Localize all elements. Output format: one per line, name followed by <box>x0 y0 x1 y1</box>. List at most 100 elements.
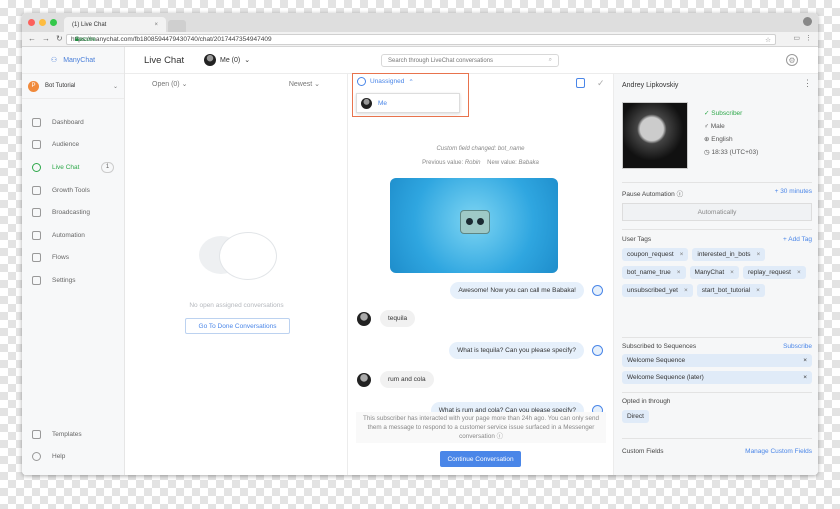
manage-custom-fields-link[interactable]: Manage Custom Fields <box>745 448 812 455</box>
subscriber-status: Subscriber <box>711 110 743 117</box>
extension-icon[interactable]: ▭ <box>793 34 800 42</box>
remove-tag-icon[interactable]: × <box>797 269 801 276</box>
subscribe-link[interactable]: Subscribe <box>783 343 812 350</box>
sidebar-item-label: Templates <box>52 430 82 438</box>
unread-badge: 1 <box>101 161 114 173</box>
custom-fields-section: Custom Fields Manage Custom Fields <box>622 448 812 455</box>
search-input[interactable]: Search through LiveChat conversations ⌕ <box>381 54 559 67</box>
remove-tag-icon[interactable]: × <box>677 269 681 276</box>
sidebar-item-label: Broadcasting <box>52 209 90 217</box>
bot-avatar: P <box>28 80 39 92</box>
forward-icon[interactable]: → <box>42 34 50 43</box>
assign-dropdown-menu: Me <box>356 93 460 113</box>
chevron-up-icon: ⌃ <box>408 78 414 86</box>
assign-option-me[interactable]: Me <box>378 100 387 107</box>
sequence-item: Welcome Sequence × <box>622 354 812 367</box>
sidebar-item-help[interactable]: Help <box>22 445 124 468</box>
subscriber-photo <box>622 102 688 169</box>
remove-tag-icon[interactable]: × <box>757 251 761 258</box>
custom-fields-label: Custom Fields <box>622 448 664 455</box>
menu-icon[interactable]: ⋮ <box>805 34 812 42</box>
url-field[interactable]: 🔒︎ Secure https://manychat.com/fb1808594… <box>66 34 776 45</box>
sidebar-item-templates[interactable]: Templates <box>22 423 124 446</box>
opted-in-section: Opted in through Direct <box>622 398 812 423</box>
remove-tag-icon[interactable]: × <box>680 251 684 258</box>
bot-switcher[interactable]: P Bot Tutorial ⌄ <box>22 74 124 99</box>
browser-tab[interactable]: (1) Live Chat × <box>64 17 166 32</box>
tag: bot_name_true × <box>622 266 686 279</box>
brand-logo[interactable]: ⚇ ManyChat <box>22 47 124 74</box>
avatar <box>204 54 216 66</box>
sort-dropdown[interactable]: Newest ⌄ <box>289 80 320 88</box>
user-icon <box>357 77 366 86</box>
sidebar-item-automation[interactable]: Automation <box>22 224 124 247</box>
bot-name: Bot Tutorial <box>45 83 76 89</box>
new-tab-button[interactable] <box>168 20 186 32</box>
template-icon <box>32 429 41 439</box>
minimize-window-button[interactable] <box>39 19 46 26</box>
page-title: Live Chat <box>144 55 185 66</box>
language: English <box>711 136 733 143</box>
bot-message-icon <box>592 285 603 296</box>
home-icon <box>32 117 41 127</box>
remove-sequence-icon[interactable]: × <box>803 357 807 364</box>
clock-icon: ◷ <box>704 149 710 156</box>
remove-tag-icon[interactable]: × <box>730 269 734 276</box>
user-tags-section: User Tags + Add Tag coupon_request × inte… <box>622 236 812 297</box>
top-bar: Live Chat Me (0) ⌄ Search through LiveCh… <box>125 47 818 74</box>
maximize-window-button[interactable] <box>50 19 57 26</box>
assign-label: Unassigned <box>370 78 405 85</box>
window-controls <box>28 19 57 26</box>
add-tag-link[interactable]: + Add Tag <box>783 236 812 243</box>
sidebar-item-flows[interactable]: Flows <box>22 247 124 270</box>
browser-window: (1) Live Chat × ← → ↻ 🔒︎ Secure https://… <box>22 13 818 475</box>
go-to-done-button[interactable]: Go To Done Conversations <box>185 318 290 334</box>
folder-icon <box>32 253 41 263</box>
sidebar-item-dashboard[interactable]: Dashboard <box>22 111 124 134</box>
conversation-list: Open (0) ⌄ Newest ⌄ No open assigned con… <box>125 74 348 475</box>
profile-panel: Andrey Lipkovskiy ⋮ ✓ Subscriber ♂ Male … <box>613 74 818 475</box>
continue-conversation-button[interactable]: Continue Conversation <box>440 451 521 467</box>
sidebar-item-label: Audience <box>52 141 80 149</box>
sidebar-item-settings[interactable]: Settings <box>22 269 124 292</box>
sidebar-item-broadcasting[interactable]: Broadcasting <box>22 201 124 224</box>
assignee-filter[interactable]: Me (0) ⌄ <box>204 54 250 66</box>
close-tab-icon[interactable]: × <box>154 22 158 28</box>
close-window-button[interactable] <box>28 19 35 26</box>
search-placeholder: Search through LiveChat conversations <box>388 57 494 64</box>
gear-icon <box>32 275 41 285</box>
check-circle-icon: ✓ <box>704 110 710 117</box>
remove-tag-icon[interactable]: × <box>756 287 760 294</box>
back-icon[interactable]: ← <box>28 34 36 43</box>
gear-icon[interactable]: ⚙ <box>786 54 798 66</box>
check-icon[interactable]: ✓ <box>597 78 607 88</box>
message-bubble: tequila <box>380 310 416 327</box>
brand-name: ManyChat <box>63 56 96 64</box>
bot-toggle-icon[interactable] <box>576 78 585 88</box>
empty-state-text: No open assigned conversations <box>189 302 284 309</box>
remove-sequence-icon[interactable]: × <box>803 374 807 381</box>
tag: replay_request × <box>742 266 806 279</box>
24h-notice: This subscriber has interacted with your… <box>356 412 606 443</box>
sidebar-item-audience[interactable]: Audience <box>22 134 124 157</box>
automation-status: Automatically <box>622 203 812 221</box>
globe-icon: ⊕ <box>704 136 710 143</box>
sidebar-item-growth-tools[interactable]: Growth Tools <box>22 179 124 202</box>
chat-icon <box>32 162 41 172</box>
sidebar-item-live-chat[interactable]: Live Chat 1 <box>22 156 124 179</box>
profile-icon[interactable] <box>803 17 812 26</box>
pause-30-link[interactable]: + 30 minutes <box>775 188 812 198</box>
chat-panel: Unassigned ⌃ Me ✓ Custom field changed: … <box>348 73 613 475</box>
empty-chat-illustration <box>199 232 279 288</box>
more-options-icon[interactable]: ⋮ <box>803 78 812 89</box>
remove-tag-icon[interactable]: × <box>684 287 688 294</box>
help-icon <box>32 452 41 462</box>
assign-dropdown[interactable]: Unassigned ⌃ <box>357 77 414 86</box>
reload-icon[interactable]: ↻ <box>56 34 63 43</box>
sidebar-item-label: Live Chat <box>52 163 80 171</box>
send-icon <box>32 208 41 218</box>
sidebar-bottom-menu: Templates Help <box>22 423 124 468</box>
assignee-filter-label: Me (0) <box>220 56 241 64</box>
status-filter[interactable]: Open (0) ⌄ <box>152 80 187 88</box>
manychat-app: ⚇ ManyChat P Bot Tutorial ⌄ Dashboard Au… <box>22 47 818 475</box>
